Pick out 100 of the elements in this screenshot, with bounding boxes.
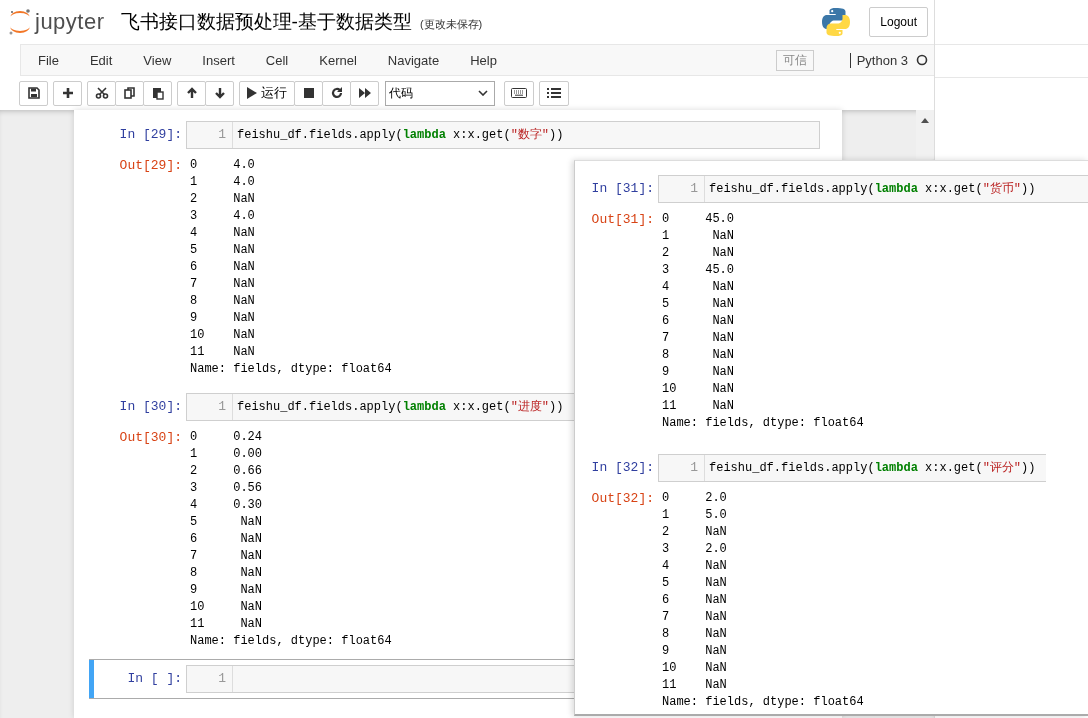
stop-icon	[301, 86, 316, 100]
cut-button[interactable]	[87, 80, 116, 106]
output-line: 2 NaN	[190, 191, 256, 208]
move-down-button[interactable]	[205, 80, 234, 106]
menu-item[interactable]: View	[130, 52, 185, 68]
jupyter-logo-icon	[8, 8, 32, 36]
keyboard-button[interactable]	[504, 80, 534, 106]
menu-item[interactable]: Insert	[189, 52, 248, 68]
scissors-icon	[94, 86, 109, 100]
save-icon	[26, 86, 41, 100]
output-line: 11 NaN	[662, 677, 728, 694]
output-line: 3 4.0	[190, 208, 256, 225]
restart-icon	[329, 86, 344, 100]
output-line: 7 NaN	[190, 276, 256, 293]
line-number: 1	[659, 455, 705, 481]
output-line: 1 NaN	[662, 228, 735, 245]
move-up-button[interactable]	[177, 80, 206, 106]
output-line: 2 NaN	[662, 524, 728, 541]
input-prompt: In [ ]:	[126, 670, 183, 688]
save-button[interactable]	[19, 80, 48, 106]
output-line: 7 NaN	[190, 548, 263, 565]
output-line: 6 NaN	[190, 259, 256, 276]
run-all-button[interactable]	[350, 80, 379, 106]
output-line: 3 45.0	[662, 262, 735, 279]
menu-item[interactable]: Cell	[252, 52, 302, 68]
trusted-badge[interactable]: 可信	[775, 49, 814, 71]
output-line: 9 NaN	[662, 643, 728, 660]
output-line: 3 0.56	[190, 480, 263, 497]
line-number: 1	[187, 666, 233, 692]
input-prompt: In [32]:	[590, 459, 655, 477]
paste-icon	[150, 86, 165, 100]
output-line: 5 NaN	[190, 242, 256, 259]
menu-item[interactable]: Navigate	[374, 52, 453, 68]
output-line: 0 2.0	[662, 490, 728, 507]
scroll-up-icon[interactable]	[921, 118, 929, 123]
output-line: 1 0.00	[190, 446, 263, 463]
output-line: 10 NaN	[662, 381, 735, 398]
output-line: 7 NaN	[662, 609, 728, 626]
logo-text: jupyter	[35, 9, 105, 35]
output-line: Name: fields, dtype: float64	[190, 633, 392, 650]
code-input[interactable]: 1 feishu_df.fields.apply(lambda x:x.get("进度"))	[186, 393, 574, 421]
paste-button[interactable]	[143, 80, 172, 106]
restart-button[interactable]	[322, 80, 351, 106]
output-line: 5 NaN	[662, 575, 728, 592]
output-prompt: Out[31]:	[590, 211, 655, 229]
save-status: (更改未保存)	[419, 16, 483, 32]
caret-icon	[478, 90, 488, 96]
notebook-title[interactable]: 飞书接口数据预处理-基于数据类型	[120, 9, 412, 35]
output-line: 6 NaN	[190, 531, 263, 548]
kernel-name[interactable]: Python 3	[856, 52, 908, 68]
output-line: 8 NaN	[190, 565, 263, 582]
code-input[interactable]: 1 feishu_df.fields.apply(lambda x:x.get("评分"))	[658, 454, 1046, 482]
output-line: 9 NaN	[662, 364, 735, 381]
copy-button[interactable]	[115, 80, 144, 106]
logout-button[interactable]: Logout	[869, 7, 928, 37]
scrollbar-track[interactable]	[916, 110, 934, 159]
output-line: 10 NaN	[190, 327, 256, 344]
output-line: 11 NaN	[190, 616, 263, 633]
run-button[interactable]: 运行	[239, 80, 295, 106]
output-line: 8 NaN	[190, 293, 256, 310]
code-line: feishu_df.fields.apply(lambda x:x.get("进度"))	[237, 400, 564, 414]
output-line: 3 2.0	[662, 541, 728, 558]
output-line: 5 NaN	[190, 514, 263, 531]
code-input[interactable]: 1 feishu_df.fields.apply(lambda x:x.get("数字"))	[186, 121, 820, 149]
output-line: 6 NaN	[662, 313, 735, 330]
output-line: Name: fields, dtype: float64	[662, 415, 864, 432]
output-line: 1 5.0	[662, 507, 728, 524]
code-line: feishu_df.fields.apply(lambda x:x.get("货币"))	[709, 182, 1036, 196]
output-line: 9 NaN	[190, 310, 256, 327]
output-line: 2 NaN	[662, 245, 735, 262]
input-prompt: In [29]:	[118, 126, 183, 144]
output-line: 10 NaN	[662, 660, 728, 677]
interrupt-button[interactable]	[294, 80, 323, 106]
output-line: 6 NaN	[662, 592, 728, 609]
list-icon	[546, 86, 562, 100]
plus-icon	[60, 86, 75, 100]
output-line: 11 NaN	[190, 344, 256, 361]
output-line: 10 NaN	[190, 599, 263, 616]
input-prompt: In [30]:	[118, 398, 183, 416]
play-icon	[247, 87, 257, 99]
output-line: 7 NaN	[662, 330, 735, 347]
copy-icon	[122, 86, 137, 100]
output-line: 4 NaN	[190, 225, 256, 242]
python-logo-icon	[821, 7, 852, 37]
output-line: Name: fields, dtype: float64	[190, 361, 392, 378]
output-line: 1 4.0	[190, 174, 256, 191]
line-number: 1	[187, 394, 233, 420]
menu-item[interactable]: File	[25, 52, 72, 68]
command-palette-button[interactable]	[539, 80, 569, 106]
menu-item[interactable]: Kernel	[306, 52, 370, 68]
code-line: feishu_df.fields.apply(lambda x:x.get("数字"))	[237, 128, 564, 142]
code-input[interactable]: 1 feishu_df.fields.apply(lambda x:x.get("货币"))	[658, 175, 1088, 203]
output-line: 2 0.66	[190, 463, 263, 480]
output-line: 4 NaN	[662, 279, 735, 296]
cell-type-dropdown[interactable]: 代码	[385, 80, 495, 106]
menu-item[interactable]: Edit	[76, 52, 126, 68]
output-line: 8 NaN	[662, 347, 735, 364]
insert-cell-button[interactable]	[53, 80, 82, 106]
output-line: 9 NaN	[190, 582, 263, 599]
menu-item[interactable]: Help	[457, 52, 510, 68]
